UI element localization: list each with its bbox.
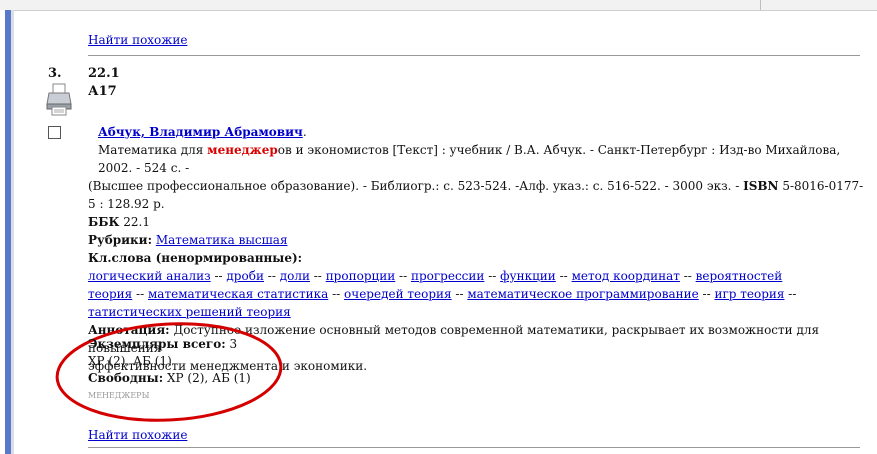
keyword-separator: -- [328,287,345,301]
keyword-link[interactable]: дроби [226,269,264,283]
left-gray-stripe [11,10,14,454]
keyword-separator: -- [309,269,326,283]
keyword-link[interactable]: метод координат [572,269,680,283]
find-similar-link-top[interactable]: Найти похожие [88,33,187,47]
keyword-separator: -- [132,287,148,301]
keyword-separator: -- [451,287,468,301]
desc-prefix: Математика для [98,143,208,157]
keywords-label-line: Кл.слова (ненормированные): [88,249,868,267]
separator-top [88,55,860,56]
author-link[interactable]: Абчук, Владимир Абрамович [98,125,303,139]
keyword-separator: -- [484,269,501,283]
rubrics-line: Рубрики: Математика высшая [88,231,868,249]
rubrics-label: Рубрики: [88,233,152,247]
keyword-separator: -- [555,269,572,283]
author-suffix: . [302,125,307,139]
keyword-link[interactable]: очередей теория [344,287,452,301]
description-line-2: (Высшее профессиональное образование). -… [88,177,868,213]
keyword-link[interactable]: игр теория [714,287,784,301]
bbk-value: 22.1 [119,215,150,229]
keyword-link[interactable]: теория [88,287,132,301]
keywords-label: Кл.слова (ненормированные): [88,251,303,265]
desc-series: (Высшее профессиональное образование). -… [88,179,744,193]
copies-locations: ХР (2), АБ (1) [88,354,172,368]
keywords-line-1: логический анализ -- дроби -- доли -- пр… [88,267,868,285]
classification-code: 22.1 [88,66,120,81]
keyword-link[interactable]: математическое программирование [467,287,698,301]
keyword-link[interactable]: пропорции [326,269,396,283]
keyword-link[interactable]: функции [500,269,556,283]
top-bar-divider [760,0,761,10]
free-value: ХР (2), АБ (1) [163,371,251,385]
keyword-separator: -- [698,287,715,301]
printer-icon[interactable] [46,82,72,116]
keyword-separator: -- [679,269,696,283]
copies-value: 3 [225,337,238,351]
isbn-label: ISBN [743,179,779,193]
keyword-link[interactable]: доли [280,269,310,283]
keyword-link[interactable]: татистических решений теория [88,305,291,319]
author-sign-code: А17 [88,84,117,99]
keyword-separator: -- [784,287,797,301]
copies-block: Экземпляры всего: 3 ХР (2), АБ (1) Свобо… [88,336,251,404]
keyword-link[interactable]: математическая статистика [148,287,328,301]
keyword-separator: -- [210,269,227,283]
keyword-separator: -- [395,269,411,283]
browser-top-bar [0,0,877,11]
search-term-highlight: менеджер [207,143,278,157]
separator-bottom [88,447,860,448]
rubric-link[interactable]: Математика высшая [156,233,288,247]
bbk-label: ББК [88,215,120,229]
keyword-link[interactable]: вероятностей [696,269,783,283]
description-line-1: Математика для менеджеров и экономистов … [88,141,868,177]
copies-label: Экземпляры всего: [88,337,226,351]
keyword-link[interactable]: логический анализ [88,269,211,283]
bbk-line: ББК 22.1 [88,213,868,231]
keyword-link[interactable]: прогрессии [411,269,484,283]
select-record-checkbox[interactable] [48,126,61,139]
left-frame-bar [0,10,14,454]
record-number: 3. [48,66,62,81]
free-label: Свободны: [88,371,164,385]
keyword-separator: -- [263,269,280,283]
keywords-line-2: теория -- математическая статистика -- о… [88,285,868,321]
subject-tag: МЕНЕДЖЕРЫ [88,391,150,400]
find-similar-link-bottom[interactable]: Найти похожие [88,428,187,442]
